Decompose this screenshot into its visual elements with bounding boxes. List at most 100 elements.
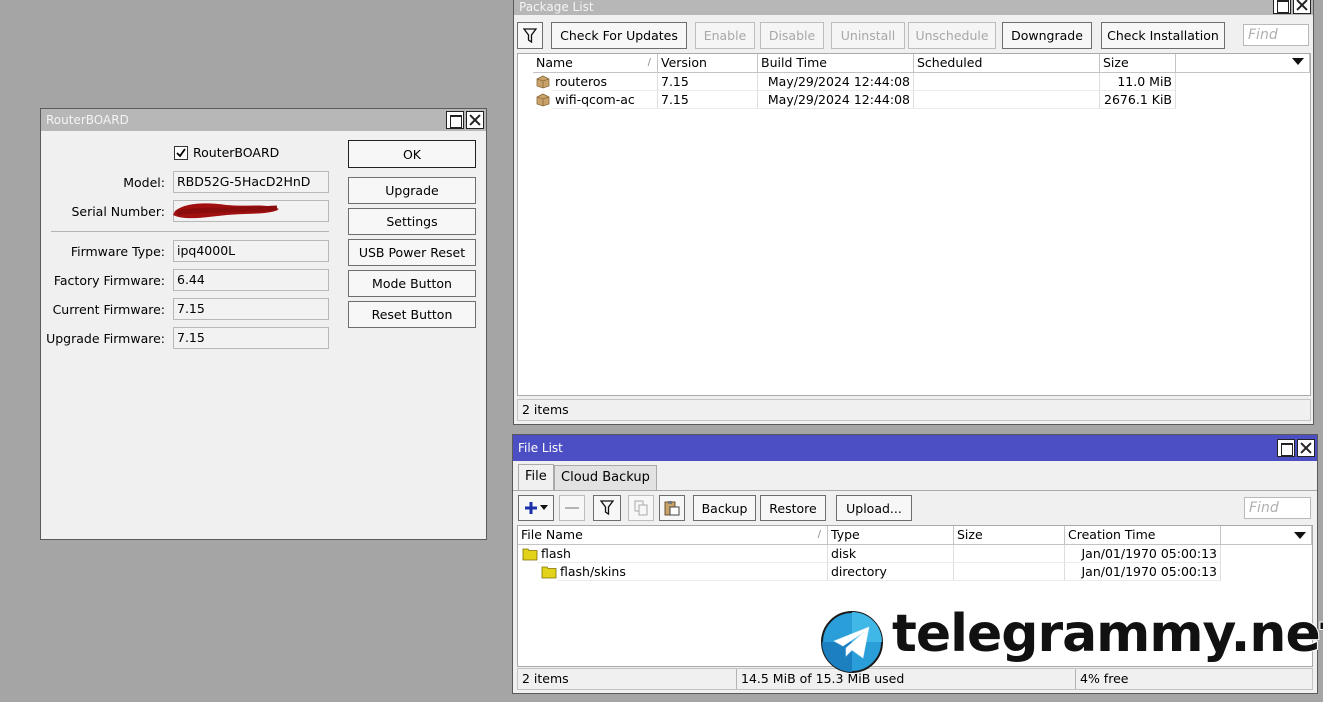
folder-icon xyxy=(541,566,557,579)
close-icon[interactable] xyxy=(1297,439,1315,457)
cell-file-name: flash/skins xyxy=(557,563,828,581)
table-row[interactable]: flash/skins directory Jan/01/1970 05:00:… xyxy=(518,563,1312,581)
checkmark-icon xyxy=(176,148,186,158)
cell-build-time: May/29/2024 12:44:08 xyxy=(758,91,914,109)
cell-type: directory xyxy=(828,563,954,581)
add-button[interactable] xyxy=(518,495,554,521)
restore-button[interactable]: Restore xyxy=(760,495,826,521)
downgrade-button[interactable]: Downgrade xyxy=(1002,22,1092,49)
watermark-text: telegrammy.net xyxy=(891,603,1323,665)
settings-button[interactable]: Settings xyxy=(348,208,476,235)
maximize-icon[interactable] xyxy=(1277,439,1295,457)
watermark: telegrammy.net xyxy=(820,603,1323,674)
package-table: Name / Version Build Time Scheduled Size… xyxy=(517,53,1311,396)
cell-size: 2676.1 KiB xyxy=(1100,91,1176,109)
column-header-scheduled[interactable]: Scheduled xyxy=(914,54,1100,73)
folder-icon xyxy=(522,548,538,561)
package-list-titlebar[interactable]: Package List xyxy=(514,0,1313,15)
firmware-type-field[interactable]: ipq4000L xyxy=(173,240,329,262)
minus-icon xyxy=(565,507,579,509)
table-row[interactable]: routeros 7.15 May/29/2024 12:44:08 11.0 … xyxy=(518,73,1310,91)
cell-type: disk xyxy=(828,545,954,563)
copy-icon xyxy=(634,500,648,516)
enable-button[interactable]: Enable xyxy=(695,22,755,49)
column-header-filler xyxy=(1176,54,1310,73)
cell-build-time: May/29/2024 12:44:08 xyxy=(758,73,914,91)
cell-version: 7.15 xyxy=(658,73,758,91)
table-row[interactable]: flash disk Jan/01/1970 05:00:13 xyxy=(518,545,1312,563)
maximize-icon[interactable] xyxy=(1273,0,1291,14)
remove-button[interactable] xyxy=(559,495,585,521)
column-header-build-time[interactable]: Build Time xyxy=(758,54,914,73)
cell-name: wifi-qcom-ac xyxy=(552,91,658,109)
serial-number-label: Serial Number: xyxy=(71,204,165,219)
upgrade-firmware-field[interactable]: 7.15 xyxy=(173,327,329,349)
status-item-count: 2 items xyxy=(522,671,569,686)
column-header-size[interactable]: Size xyxy=(1100,54,1176,73)
cell-version: 7.15 xyxy=(658,91,758,109)
fields-divider xyxy=(51,231,329,232)
paste-icon xyxy=(664,501,680,516)
cell-scheduled xyxy=(914,73,1100,91)
factory-firmware-field[interactable]: 6.44 xyxy=(173,269,329,291)
file-list-titlebar[interactable]: File List xyxy=(513,435,1317,461)
cell-creation-time: Jan/01/1970 05:00:13 xyxy=(1065,563,1221,581)
column-header-file-name[interactable]: File Name / xyxy=(518,526,828,545)
disable-button[interactable]: Disable xyxy=(760,22,824,49)
cell-scheduled xyxy=(914,91,1100,109)
column-menu-dropdown[interactable] xyxy=(1292,58,1304,65)
current-firmware-field[interactable]: 7.15 xyxy=(173,298,329,320)
cell-size: 11.0 MiB xyxy=(1100,73,1176,91)
model-label: Model: xyxy=(123,175,165,190)
usb-power-reset-button[interactable]: USB Power Reset xyxy=(348,239,476,266)
cell-size xyxy=(954,545,1065,563)
paste-button[interactable] xyxy=(659,495,685,521)
unschedule-button[interactable]: Unschedule xyxy=(908,22,996,49)
maximize-icon[interactable] xyxy=(446,111,464,129)
filter-icon xyxy=(523,27,537,43)
filter-button[interactable] xyxy=(517,22,543,49)
backup-button[interactable]: Backup xyxy=(693,495,756,521)
package-find-input[interactable]: Find xyxy=(1243,24,1309,46)
column-header-size[interactable]: Size xyxy=(954,526,1065,545)
column-header-name[interactable]: Name / xyxy=(533,54,658,73)
check-for-updates-button[interactable]: Check For Updates xyxy=(551,22,687,49)
cell-size xyxy=(954,563,1065,581)
column-menu-dropdown[interactable] xyxy=(1294,532,1306,539)
column-header-creation-time[interactable]: Creation Time xyxy=(1065,526,1221,545)
close-icon[interactable] xyxy=(1293,0,1311,14)
cell-file-name: flash xyxy=(538,545,828,563)
cell-creation-time: Jan/01/1970 05:00:13 xyxy=(1065,545,1221,563)
routerboard-checkbox[interactable] xyxy=(174,146,188,160)
package-icon xyxy=(536,93,550,107)
package-status-bar: 2 items xyxy=(517,399,1311,421)
sort-indicator-icon: / xyxy=(647,57,651,68)
tab-file[interactable]: File xyxy=(518,464,554,490)
filter-button[interactable] xyxy=(593,495,621,521)
package-list-window: Package List Check For Updates Enable Di… xyxy=(513,0,1314,425)
close-icon[interactable] xyxy=(466,111,484,129)
ok-button[interactable]: OK xyxy=(348,140,476,168)
copy-button[interactable] xyxy=(628,495,654,521)
chevron-down-icon xyxy=(540,505,548,510)
column-header-version[interactable]: Version xyxy=(658,54,758,73)
package-icon xyxy=(536,75,550,89)
plus-icon xyxy=(525,502,537,514)
table-row[interactable]: wifi-qcom-ac 7.15 May/29/2024 12:44:08 2… xyxy=(518,91,1310,109)
routerboard-checkbox-label: RouterBOARD xyxy=(193,145,280,160)
column-header-type[interactable]: Type xyxy=(828,526,954,545)
factory-firmware-label: Factory Firmware: xyxy=(53,273,165,288)
reset-button-button[interactable]: Reset Button xyxy=(348,301,476,328)
file-find-input[interactable]: Find xyxy=(1244,497,1311,519)
upgrade-button[interactable]: Upgrade xyxy=(348,177,476,204)
tab-cloud-backup[interactable]: Cloud Backup xyxy=(554,465,657,491)
mode-button-button[interactable]: Mode Button xyxy=(348,270,476,297)
redaction-scribble xyxy=(173,203,279,219)
upload-button[interactable]: Upload... xyxy=(836,495,912,521)
uninstall-button[interactable]: Uninstall xyxy=(831,22,905,49)
firmware-type-label: Firmware Type: xyxy=(70,244,165,259)
check-installation-button[interactable]: Check Installation xyxy=(1101,22,1225,49)
model-field[interactable]: RBD52G-5HacD2HnD xyxy=(173,171,329,193)
routerboard-titlebar[interactable]: RouterBOARD xyxy=(41,109,486,131)
file-list-title: File List xyxy=(518,441,563,455)
